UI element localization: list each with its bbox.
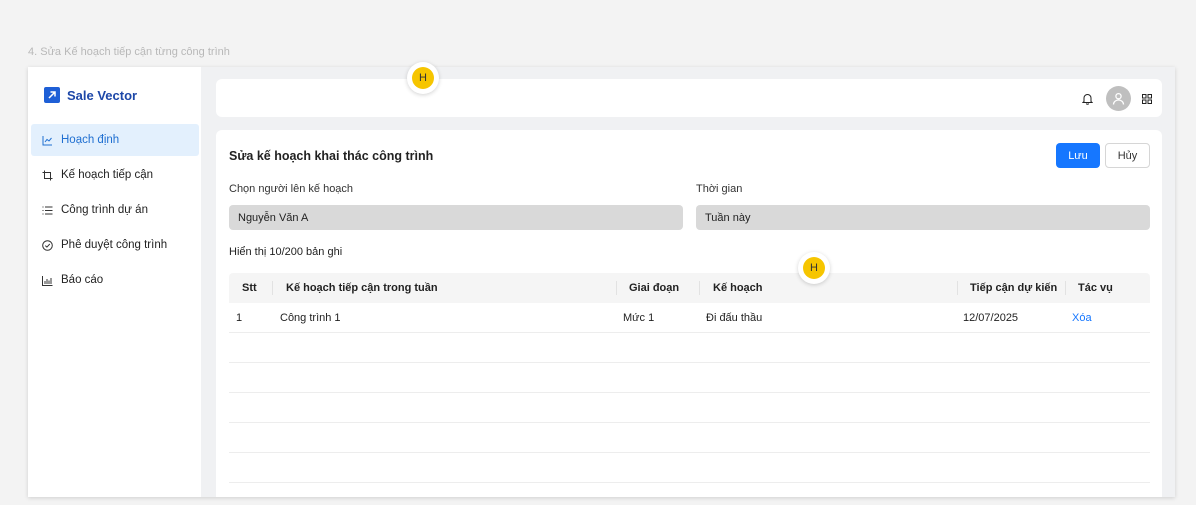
table-row bbox=[229, 423, 1150, 453]
col-plan: Kế hoạch bbox=[713, 282, 763, 294]
collaborator-cursor: H bbox=[798, 252, 830, 284]
crop-frame-icon bbox=[42, 170, 53, 181]
person-field-label: Chọn người lên kế hoạch bbox=[229, 183, 354, 195]
cell-stage: Mức 1 bbox=[623, 311, 655, 324]
table-row bbox=[229, 363, 1150, 393]
col-actions: Tác vụ bbox=[1078, 282, 1113, 294]
delete-link[interactable]: Xóa bbox=[1072, 312, 1092, 324]
cell-name: Công trình 1 bbox=[280, 311, 341, 324]
top-bar bbox=[216, 79, 1162, 117]
edit-plan-panel: Sửa kế hoạch khai thác công trình Lưu Hủ… bbox=[216, 130, 1162, 497]
table-row bbox=[229, 453, 1150, 483]
sidebar-item-label: Kế hoạch tiếp cận bbox=[61, 169, 154, 181]
line-chart-icon bbox=[42, 135, 53, 146]
sidebar-item-label: Báo cáo bbox=[61, 274, 104, 286]
collaborator-cursor: H bbox=[407, 62, 439, 94]
time-field-label: Thời gian bbox=[696, 183, 743, 195]
frame-label: 4. Sửa Kế hoạch tiếp cận từng công trình bbox=[28, 46, 230, 58]
collaborator-initial: H bbox=[803, 257, 825, 279]
table-header: Stt Kế hoạch tiếp cận trong tuần Giai đo… bbox=[229, 273, 1150, 303]
sidebar-nav: Hoạch định Kế hoạch tiếp cận Công trình … bbox=[31, 124, 199, 299]
app-window: Sale Vector Hoạch định Kế hoạch tiếp cận… bbox=[28, 67, 1175, 497]
sidebar-item-bao-cao[interactable]: Báo cáo bbox=[31, 264, 199, 296]
sidebar-item-label: Hoạch định bbox=[61, 134, 120, 146]
bar-chart-icon bbox=[42, 275, 53, 286]
app-name: Sale Vector bbox=[67, 87, 138, 103]
table-row bbox=[229, 393, 1150, 423]
sidebar-item-label: Công trình dự án bbox=[61, 204, 148, 216]
sidebar-item-phe-duyet-cong-trinh[interactable]: Phê duyệt công trình bbox=[31, 229, 199, 261]
sidebar-item-cong-trinh-du-an[interactable]: Công trình dự án bbox=[31, 194, 199, 226]
sidebar-item-label: Phê duyệt công trình bbox=[61, 239, 168, 251]
person-select[interactable]: Nguyễn Văn A bbox=[229, 205, 683, 230]
cell-stt: 1 bbox=[236, 311, 243, 324]
sidebar-item-hoach-dinh[interactable]: Hoạch định bbox=[31, 124, 199, 156]
col-expected-date: Tiếp cận dự kiến bbox=[970, 282, 1058, 294]
avatar[interactable] bbox=[1106, 86, 1131, 111]
arrow-up-right-icon bbox=[44, 87, 60, 103]
check-circle-icon bbox=[42, 239, 53, 251]
col-stt: Stt bbox=[242, 282, 257, 294]
apps-grid-icon[interactable] bbox=[1142, 93, 1152, 104]
page-title: Sửa kế hoạch khai thác công trình bbox=[229, 149, 434, 163]
time-select[interactable]: Tuần này bbox=[696, 205, 1150, 230]
sidebar-item-ke-hoach-tiep-can[interactable]: Kế hoạch tiếp cận bbox=[31, 159, 199, 191]
col-stage: Giai đoạn bbox=[629, 282, 680, 294]
table-row: 1 Công trình 1 Mức 1 Đi đấu thầu 12/07/2… bbox=[229, 303, 1150, 333]
list-icon bbox=[42, 205, 53, 216]
plan-table: Stt Kế hoạch tiếp cận trong tuần Giai đo… bbox=[229, 273, 1150, 483]
cell-plan: Đi đấu thầu bbox=[706, 311, 763, 324]
col-plan-name: Kế hoạch tiếp cận trong tuần bbox=[286, 282, 438, 294]
sidebar: Sale Vector Hoạch định Kế hoạch tiếp cận… bbox=[28, 67, 201, 497]
cell-date: 12/07/2025 bbox=[963, 311, 1019, 324]
collaborator-initial: H bbox=[412, 67, 434, 89]
user-avatar-icon bbox=[1112, 92, 1125, 105]
record-count: Hiển thị 10/200 bản ghi bbox=[229, 246, 343, 258]
app-logo[interactable]: Sale Vector bbox=[44, 87, 137, 103]
cancel-button[interactable]: Hủy bbox=[1105, 143, 1150, 168]
save-button[interactable]: Lưu bbox=[1056, 143, 1100, 168]
table-row bbox=[229, 333, 1150, 363]
bell-icon[interactable] bbox=[1082, 93, 1093, 105]
